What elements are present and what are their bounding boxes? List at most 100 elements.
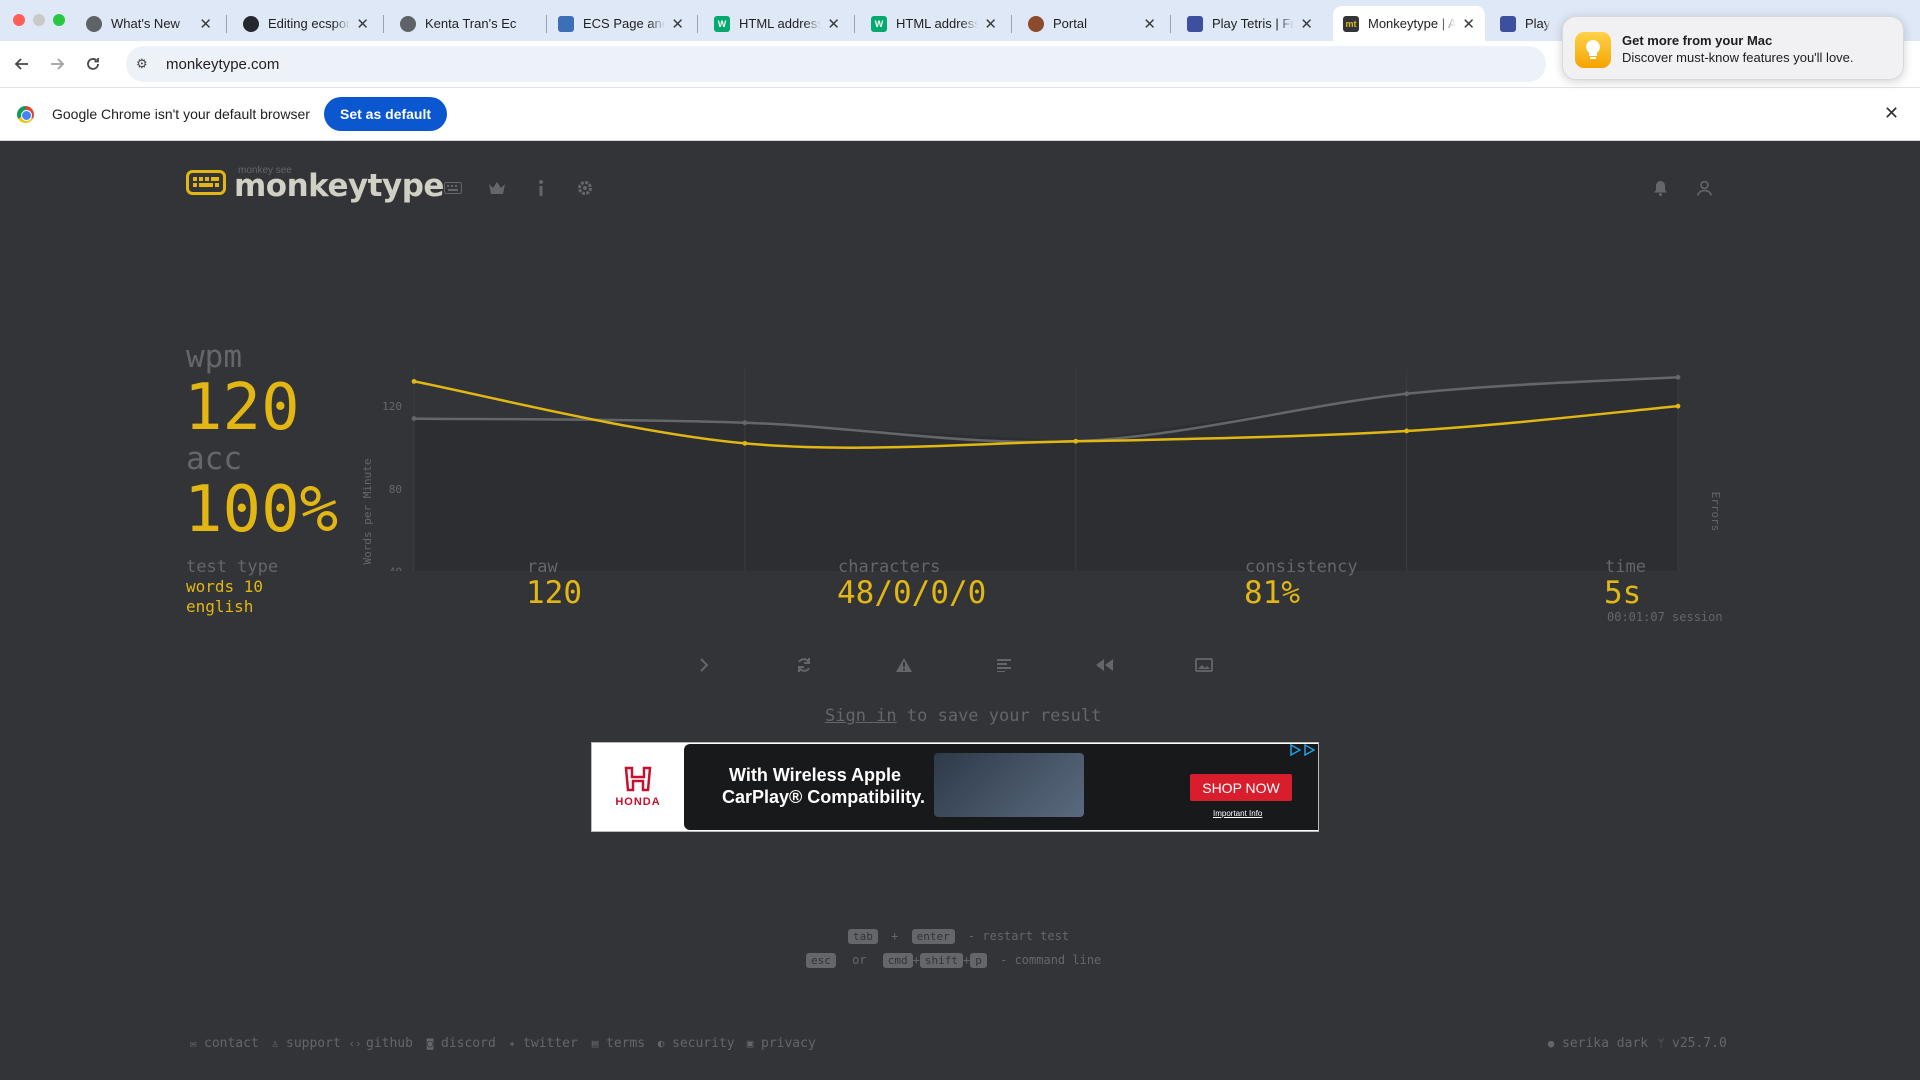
browser-tab[interactable]: Editing ecsport ✕: [233, 6, 379, 41]
back-button[interactable]: [8, 50, 36, 78]
practice-words-button[interactable]: [892, 653, 916, 677]
tab-close-icon[interactable]: ✕: [984, 15, 997, 33]
shop-now-button[interactable]: SHOP NOW: [1190, 774, 1292, 801]
set-default-button[interactable]: Set as default: [324, 97, 448, 131]
forward-button[interactable]: [43, 50, 71, 78]
tab-separator: [854, 15, 855, 33]
tab-close-icon[interactable]: ✕: [356, 15, 369, 33]
gear-icon[interactable]: [575, 178, 595, 198]
next-test-button[interactable]: [692, 653, 716, 677]
footer-link-label: twitter: [523, 1036, 578, 1051]
tab-close-icon[interactable]: ✕: [1143, 15, 1156, 33]
browser-tab[interactable]: W HTML address ✕: [704, 6, 850, 41]
monkeytype-logo-icon[interactable]: [186, 170, 226, 195]
session-time: 00:01:07 session: [1607, 610, 1723, 624]
footer-twitter-link[interactable]: ✦ twitter: [506, 1036, 578, 1051]
crown-icon[interactable]: [487, 178, 507, 198]
user-icon[interactable]: [1694, 178, 1714, 198]
repeat-test-button[interactable]: [792, 653, 816, 677]
document-icon: ▤: [591, 1037, 599, 1050]
tab-close-icon[interactable]: ✕: [199, 15, 212, 33]
test-type-mode: words 10: [186, 577, 264, 596]
plus-sign: +: [912, 953, 920, 967]
align-left-icon: [997, 659, 1011, 672]
backward-icon: [1096, 659, 1113, 671]
tetris-icon: [1500, 15, 1516, 32]
tab-title: Portal: [1053, 16, 1087, 31]
reload-button[interactable]: [79, 50, 107, 78]
tab-close-icon[interactable]: ✕: [1462, 15, 1475, 33]
tab-title: Kenta Tran's Ec: [425, 16, 517, 31]
browser-tab[interactable]: ECS Page and I ✕: [548, 6, 694, 41]
key-p: p: [970, 953, 987, 968]
mac-notification[interactable]: Get more from your Mac Discover must-kno…: [1562, 16, 1904, 80]
browser-tab[interactable]: W HTML address ✕: [861, 6, 1007, 41]
github-icon: [243, 15, 259, 32]
tetris-icon: [1187, 15, 1203, 32]
window-close-button[interactable]: [13, 14, 25, 26]
lightbulb-icon: [1575, 32, 1611, 68]
raw-point: [742, 420, 748, 426]
tab-close-icon[interactable]: ✕: [827, 15, 840, 33]
shield-icon: ◐: [657, 1037, 665, 1050]
window-minimize-button[interactable]: [33, 14, 45, 26]
tab-separator: [1011, 15, 1012, 33]
raw-area: [414, 377, 1678, 571]
plus-sign: +: [891, 929, 899, 943]
footer-security-link[interactable]: ◐ security: [655, 1036, 735, 1051]
footer-link-label: contact: [204, 1036, 259, 1051]
tab-title: ECS Page and I: [583, 16, 666, 31]
reload-icon: [87, 58, 99, 70]
honda-brand-text: HONDA: [615, 796, 661, 808]
wpm-point: [1675, 403, 1681, 409]
important-info-link[interactable]: Important Info: [1213, 809, 1262, 818]
browser-tab[interactable]: Portal ✕: [1018, 6, 1166, 41]
ad-headline-line2: CarPlay® Compatibility.: [722, 787, 925, 807]
logo-title[interactable]: monkeytype: [234, 168, 444, 204]
browser-tab[interactable]: What's New ✕: [76, 6, 222, 41]
footer-github-link[interactable]: ‹› github: [348, 1036, 413, 1051]
footer-discord-link[interactable]: ◙ discord: [424, 1036, 496, 1051]
tab-close-icon[interactable]: ✕: [671, 15, 684, 33]
chrome-logo-icon: [17, 106, 34, 123]
footer-privacy-link[interactable]: ▣ privacy: [744, 1036, 816, 1051]
portal-icon: [1028, 15, 1044, 32]
raw-point: [1675, 374, 1681, 380]
restart-hint-text: - restart test: [967, 929, 1070, 943]
browser-tab[interactable]: Play Tetris | Fre: [1490, 6, 1560, 41]
raw-point: [411, 416, 417, 421]
keyboard-icon[interactable]: [443, 178, 463, 198]
key-tab: tab: [848, 929, 878, 944]
browser-tab[interactable]: Play Tetris | Fre ✕: [1177, 6, 1323, 41]
adchoices-icon[interactable]: [1289, 744, 1317, 758]
footer-terms-link[interactable]: ▤ terms: [589, 1036, 645, 1051]
browser-tab[interactable]: Kenta Tran's Ec ✕: [390, 6, 546, 41]
honda-ad-banner[interactable]: HONDA With Wireless Apple CarPlay® Compa…: [591, 742, 1319, 832]
y-tick-label: 80: [389, 483, 402, 496]
sign-in-link[interactable]: Sign in: [825, 706, 897, 726]
footer-theme-button[interactable]: ● serika dark: [1545, 1036, 1648, 1051]
git-branch-icon: ᛘ: [1657, 1037, 1665, 1050]
browser-tab-active[interactable]: mt Monkeytype | A ✕: [1333, 6, 1485, 41]
site-settings-icon[interactable]: ⚙: [136, 56, 152, 72]
footer-version-link[interactable]: ᛘ v25.7.0: [1655, 1036, 1727, 1051]
window-zoom-button[interactable]: [53, 14, 65, 26]
footer-contact-link[interactable]: ✉ contact: [187, 1036, 259, 1051]
bell-icon[interactable]: [1650, 178, 1670, 198]
footer-support-link[interactable]: ♙ support: [269, 1036, 341, 1051]
address-bar[interactable]: ⚙ monkeytype.com: [126, 46, 1546, 82]
test-type-label: test type: [186, 557, 279, 577]
default-browser-infobar: Google Chrome isn't your default browser…: [0, 87, 1920, 141]
or-text: or: [852, 953, 867, 967]
save-screenshot-button[interactable]: [1192, 653, 1216, 677]
tab-close-icon[interactable]: ✕: [1300, 15, 1313, 33]
theme-name: serika dark: [1562, 1036, 1649, 1051]
infobar-close-icon[interactable]: ✕: [1884, 103, 1899, 124]
info-icon[interactable]: [531, 178, 551, 198]
warning-icon: [896, 658, 912, 672]
wpm-point: [411, 378, 417, 384]
ad-headline-line1: With Wireless Apple: [729, 765, 902, 785]
toggle-words-history-button[interactable]: [992, 653, 1016, 677]
watch-replay-button[interactable]: [1092, 653, 1116, 677]
wpm-chart[interactable]: 0408012012344.82Words per MinuteErrors: [350, 331, 1740, 571]
